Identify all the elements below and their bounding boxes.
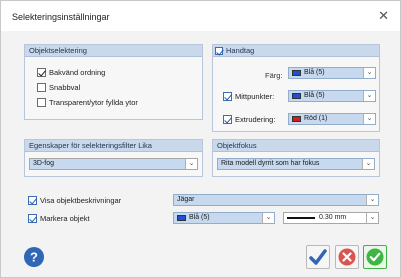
mark-object-checkbox[interactable]	[28, 214, 37, 223]
chevron-down-icon[interactable]: ⌄	[363, 114, 375, 124]
checkmark-icon	[309, 249, 327, 265]
mark-color-swatch	[177, 215, 186, 221]
help-button[interactable]: ?	[24, 247, 44, 267]
filter-properties-header: Egenskaper för selekteringsfilter Lika	[25, 140, 202, 152]
filter-select[interactable]: 3D-fog ⌄	[29, 158, 198, 170]
transparent-checkbox[interactable]	[37, 98, 46, 107]
selection-settings-dialog: Selekteringsinställningar ✕ Objektselekt…	[0, 0, 401, 278]
object-selection-panel: Objektselektering Bakvänd ordning Snabbv…	[24, 44, 203, 120]
handles-header-label: Handtag	[226, 45, 255, 55]
show-descriptions-label: Visa objektbeskrivningar	[40, 196, 122, 205]
chevron-down-icon[interactable]: ⌄	[363, 91, 375, 101]
transparent-label: Transparent/ytor fyllda ytor	[49, 98, 138, 107]
quick-select-checkbox[interactable]	[37, 83, 46, 92]
show-descriptions-option[interactable]: Visa objektbeskrivningar	[28, 195, 121, 206]
color-label: Färg:	[265, 71, 283, 80]
extrusion-label: Extrudering:	[235, 115, 276, 124]
chevron-down-icon[interactable]: ⌄	[362, 159, 374, 169]
cancel-button[interactable]	[335, 245, 359, 269]
ok-button[interactable]	[363, 245, 387, 269]
mark-color-select[interactable]: Blå (5) ⌄	[173, 212, 275, 224]
line-weight-select[interactable]: 0.30 mm ⌄	[283, 212, 379, 224]
object-focus-panel: Objektfokus Rita modell dyrrit som har f…	[212, 139, 380, 177]
transparent-option[interactable]: Transparent/ytor fyllda ytor	[37, 97, 138, 108]
quick-select-label: Snabbval	[49, 83, 81, 92]
quick-select-option[interactable]: Snabbval	[37, 82, 80, 93]
cancel-icon	[338, 248, 356, 266]
line-sample	[287, 217, 315, 219]
color-swatch	[292, 70, 301, 76]
show-descriptions-checkbox[interactable]	[28, 196, 37, 205]
ok-icon	[366, 248, 384, 266]
reverse-order-label: Bakvänd ordning	[49, 68, 106, 77]
window-title: Selekteringsinställningar	[12, 12, 110, 22]
extrusion-option[interactable]: Extrudering:	[223, 114, 275, 125]
chevron-down-icon[interactable]: ⌄	[366, 213, 378, 223]
object-selection-header: Objektselektering	[25, 45, 202, 57]
description-select[interactable]: Jägar ⌄	[173, 194, 379, 206]
extrusion-color-select[interactable]: Röd (1) ⌄	[288, 113, 376, 125]
reverse-order-checkbox[interactable]	[37, 68, 46, 77]
svg-text:?: ?	[30, 250, 38, 265]
close-icon[interactable]: ✕	[378, 8, 389, 24]
title-bar: Selekteringsinställningar ✕	[1, 1, 400, 31]
mark-object-option[interactable]: Markera objekt	[28, 213, 90, 224]
chevron-down-icon[interactable]: ⌄	[262, 213, 274, 223]
apply-button[interactable]	[306, 245, 330, 269]
mark-object-label: Markera objekt	[40, 214, 90, 223]
midpoints-color-select[interactable]: Blå (5) ⌄	[288, 90, 376, 102]
object-focus-header: Objektfokus	[213, 140, 379, 152]
midpoints-checkbox[interactable]	[223, 92, 232, 101]
extrusion-checkbox[interactable]	[223, 115, 232, 124]
midpoints-label: Mittpunkter:	[235, 92, 275, 101]
handles-enable-checkbox[interactable]	[215, 46, 223, 55]
midpoints-option[interactable]: Mittpunkter:	[223, 91, 274, 102]
chevron-down-icon[interactable]: ⌄	[185, 159, 197, 169]
midpoints-swatch	[292, 93, 301, 99]
extrusion-swatch	[292, 116, 301, 122]
chevron-down-icon[interactable]: ⌄	[366, 195, 378, 205]
handles-header[interactable]: Handtag	[213, 45, 379, 57]
reverse-order-option[interactable]: Bakvänd ordning	[37, 67, 105, 78]
focus-select[interactable]: Rita modell dyrrit som har fokus ⌄	[217, 158, 375, 170]
help-icon: ?	[30, 250, 38, 265]
handles-panel: Handtag Färg: Blå (5) ⌄ Mittpunkter: Blå…	[212, 44, 380, 132]
filter-properties-panel: Egenskaper för selekteringsfilter Lika 3…	[24, 139, 203, 177]
color-select[interactable]: Blå (5) ⌄	[288, 67, 376, 79]
chevron-down-icon[interactable]: ⌄	[363, 68, 375, 78]
